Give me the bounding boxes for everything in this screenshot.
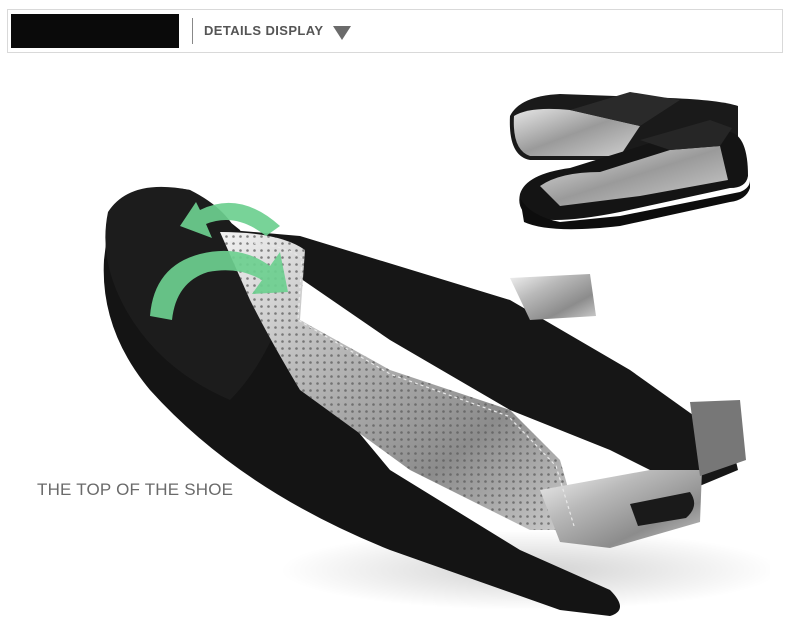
triangle-down-icon — [333, 26, 351, 40]
header-bar: DETAILS DISPLAY — [7, 9, 783, 53]
brand-logo-block — [11, 14, 179, 48]
shoe-top-caption: THE TOP OF THE SHOE — [37, 480, 234, 499]
section-title: DETAILS DISPLAY — [204, 23, 324, 38]
curved-arrows-icon — [150, 202, 288, 320]
header-divider — [192, 18, 193, 44]
